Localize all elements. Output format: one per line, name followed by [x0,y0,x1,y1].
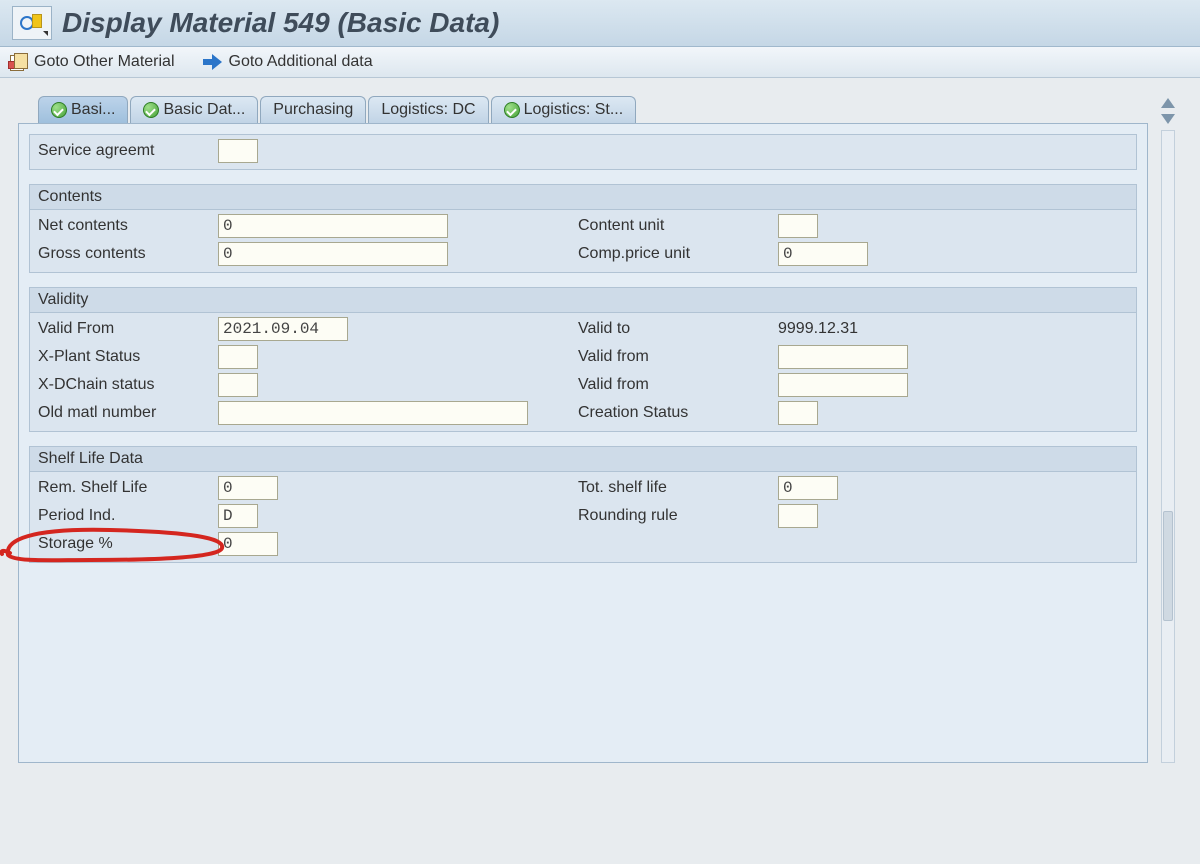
goto-additional-data-label: Goto Additional data [229,53,373,71]
tab-panel: Service agreemt Contents Net contents Co… [18,123,1148,763]
group-validity: Validity Valid From Valid to 9999.12.31 … [29,287,1137,432]
storage-pct-label: Storage % [38,535,218,553]
rounding-rule-label: Rounding rule [578,507,778,525]
period-ind-field[interactable] [218,504,258,528]
group-shelf-life-title: Shelf Life Data [30,447,1136,472]
valid-to-value: 9999.12.31 [778,320,858,337]
app-header: Display Material 549 (Basic Data) [0,0,1200,47]
creation-status-field[interactable] [778,401,818,425]
group-validity-title: Validity [30,288,1136,313]
vertical-scrollbar[interactable] [1161,130,1175,763]
tot-shelf-life-label: Tot. shelf life [578,479,778,497]
tab-logistics-st[interactable]: Logistics: St... [491,96,637,123]
net-contents-label: Net contents [38,217,218,235]
rem-shelf-life-label: Rem. Shelf Life [38,479,218,497]
valid-from-field[interactable] [218,317,348,341]
tot-shelf-life-field[interactable] [778,476,838,500]
group-shelf-life: Shelf Life Data Rem. Shelf Life Tot. she… [29,446,1137,563]
storage-pct-field[interactable] [218,532,278,556]
old-matl-number-label: Old matl number [38,404,218,422]
rem-shelf-life-field[interactable] [218,476,278,500]
xplant-status-label: X-Plant Status [38,348,218,366]
app-toolbar: Goto Other Material Goto Additional data [0,47,1200,78]
comp-price-unit-label: Comp.price unit [578,245,778,263]
valid-from-1-field[interactable] [778,345,908,369]
valid-from-1-label: Valid from [578,348,778,366]
tab-logistics-dc[interactable]: Logistics: DC [368,96,488,123]
goto-additional-data-button[interactable]: Goto Additional data [203,53,373,71]
valid-from-2-label: Valid from [578,376,778,394]
arrow-right-icon [203,54,223,70]
sap-app-icon [20,12,44,34]
page-title: Display Material 549 (Basic Data) [62,7,499,39]
check-icon [504,102,520,118]
content-unit-label: Content unit [578,217,778,235]
period-ind-label: Period Ind. [38,507,218,525]
valid-from-label: Valid From [38,320,218,338]
tab-label: Purchasing [273,101,353,119]
xplant-status-field[interactable] [218,345,258,369]
check-icon [51,102,67,118]
content-unit-field[interactable] [778,214,818,238]
service-agreemt-label: Service agreemt [38,142,218,160]
group-contents-title: Contents [30,185,1136,210]
check-icon [143,102,159,118]
group-service: Service agreemt [29,134,1137,170]
app-menu-button[interactable] [12,6,52,40]
valid-to-label: Valid to [578,320,778,338]
xdchain-status-field[interactable] [218,373,258,397]
goto-other-material-label: Goto Other Material [34,53,175,71]
tab-strip: Basi... Basic Dat... Purchasing Logistic… [38,96,1148,123]
service-agreemt-field[interactable] [218,139,258,163]
goto-other-material-button[interactable]: Goto Other Material [10,53,175,71]
scroll-down-button[interactable] [1161,114,1175,124]
comp-price-unit-field[interactable] [778,242,868,266]
old-matl-number-field[interactable] [218,401,528,425]
tab-label: Basi... [71,101,115,119]
tab-label: Basic Dat... [163,101,245,119]
gross-contents-field[interactable] [218,242,448,266]
rounding-rule-field[interactable] [778,504,818,528]
gross-contents-label: Gross contents [38,245,218,263]
valid-from-2-field[interactable] [778,373,908,397]
panel-scroll-controls [1154,96,1182,763]
tab-basic-1[interactable]: Basi... [38,96,128,123]
group-contents: Contents Net contents Content unit Gross… [29,184,1137,273]
other-material-icon [10,53,28,71]
scroll-up-button[interactable] [1161,98,1175,108]
net-contents-field[interactable] [218,214,448,238]
scrollbar-thumb[interactable] [1163,511,1173,621]
tab-label: Logistics: DC [381,101,475,119]
tab-basic-2[interactable]: Basic Dat... [130,96,258,123]
creation-status-label: Creation Status [578,404,778,422]
tab-purchasing[interactable]: Purchasing [260,96,366,123]
tab-label: Logistics: St... [524,101,624,119]
xdchain-status-label: X-DChain status [38,376,218,394]
